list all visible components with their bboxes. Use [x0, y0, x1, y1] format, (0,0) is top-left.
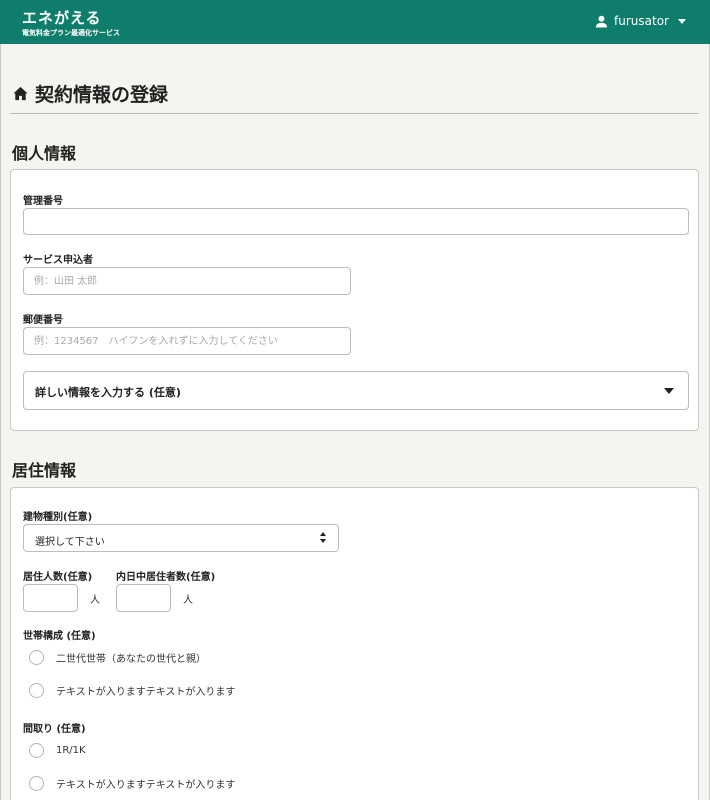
household-option[interactable]: 二世代世帯（あなたの世代と親）: [29, 650, 206, 665]
radio-button[interactable]: [29, 743, 44, 758]
username: furusator: [614, 14, 669, 28]
chevron-down-icon: [664, 388, 674, 394]
layout-option[interactable]: テキストが入りますテキストが入ります: [29, 776, 235, 791]
building-type-selected: 選択して下さい: [35, 537, 105, 548]
postal-code-input[interactable]: [23, 327, 351, 355]
residence-info-card: 建物種別(任意) 選択して下さい 居住人数(任意) 人 内日中居住者数(任意) …: [10, 487, 699, 800]
mgmt-number-label: 管理番号: [23, 196, 63, 207]
home-icon: [13, 86, 28, 101]
brand-tagline: 電気料金プラン最適化サービス: [22, 29, 120, 37]
household-option-label: テキストが入りますテキストが入ります: [56, 687, 236, 698]
applicant-label: サービス申込者: [23, 255, 93, 266]
layout-label: 間取り (任意): [23, 724, 86, 735]
section-heading-residence: 居住情報: [12, 461, 77, 480]
brand-name[interactable]: エネがえる: [22, 7, 102, 28]
select-arrows-icon: [320, 531, 327, 545]
residents-label: 居住人数(任意): [23, 572, 93, 583]
app-header: エネがえる 電気料金プラン最適化サービス furusator: [0, 0, 710, 44]
page-title: 契約情報の登録: [12, 80, 168, 107]
user-icon: [595, 15, 608, 28]
applicant-name-input[interactable]: [23, 267, 351, 295]
residents-input[interactable]: [23, 584, 78, 612]
daytime-residents-unit: 人: [183, 595, 193, 606]
household-option[interactable]: テキストが入りますテキストが入ります: [29, 683, 235, 698]
radio-button[interactable]: [29, 683, 44, 698]
layout-option[interactable]: 1R/1K: [29, 743, 86, 758]
radio-button[interactable]: [29, 776, 44, 791]
mgmt-number-input[interactable]: [23, 208, 689, 235]
layout-option-label: テキストが入りますテキストが入ります: [56, 780, 236, 791]
daytime-residents-label: 内日中居住者数(任意): [116, 572, 216, 583]
title-divider: [10, 113, 699, 114]
personal-info-card: 管理番号 サービス申込者 郵便番号 詳しい情報を入力する (任意): [10, 169, 699, 431]
section-heading-personal: 個人情報: [12, 144, 77, 163]
residents-unit: 人: [90, 595, 100, 606]
daytime-residents-input[interactable]: [116, 584, 171, 612]
building-type-select[interactable]: 選択して下さい: [23, 524, 339, 552]
household-option-label: 二世代世帯（あなたの世代と親）: [56, 654, 206, 665]
page-title-text: 契約情報の登録: [35, 84, 169, 106]
postal-code-label: 郵便番号: [23, 315, 63, 326]
details-accordion-toggle[interactable]: 詳しい情報を入力する (任意): [23, 371, 689, 410]
chevron-down-icon: [678, 18, 686, 24]
user-menu[interactable]: furusator: [595, 14, 686, 28]
layout-option-label: 1R/1K: [56, 745, 86, 756]
radio-button[interactable]: [29, 650, 44, 665]
details-accordion-label: 詳しい情報を入力する (任意): [35, 386, 181, 399]
household-label: 世帯構成 (任意): [23, 631, 96, 642]
building-type-label: 建物種別(任意): [23, 512, 93, 523]
